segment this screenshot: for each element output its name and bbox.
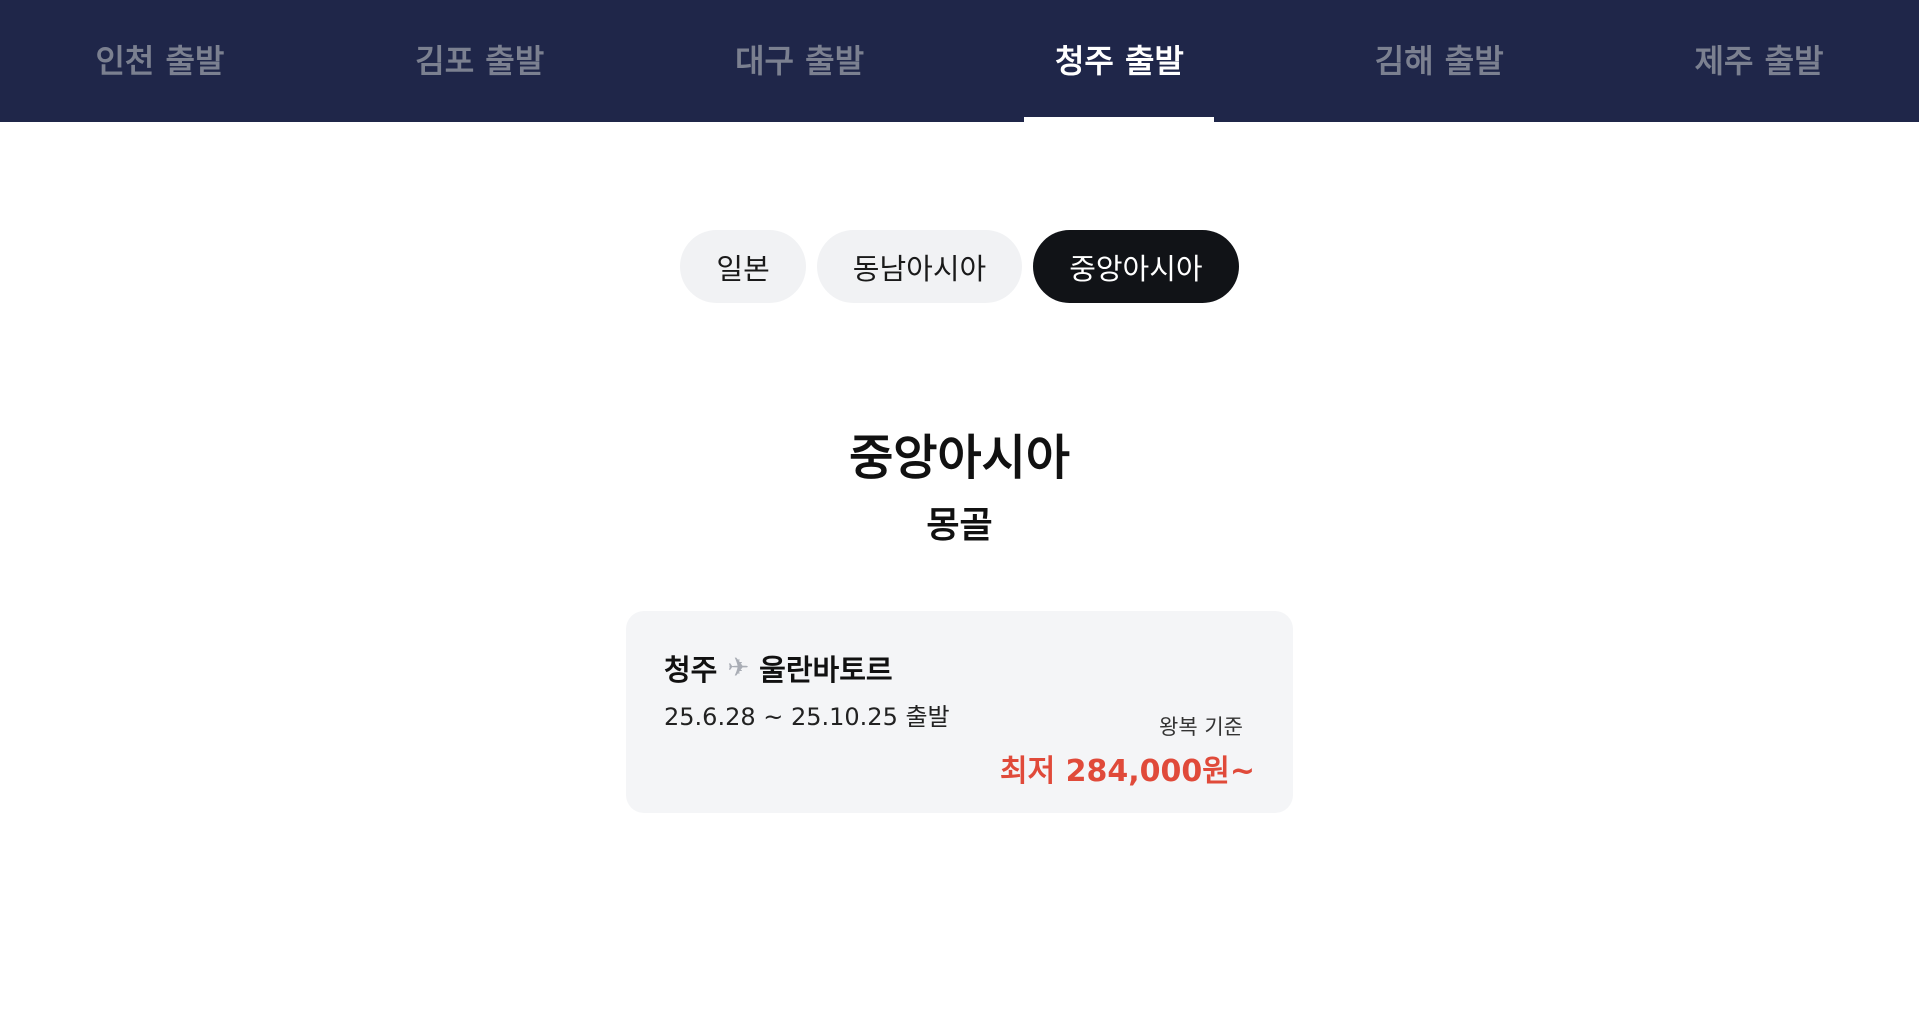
- tab-daegu-departure[interactable]: 대구 출발: [640, 0, 960, 122]
- tab-cheongju-departure[interactable]: 청주 출발: [959, 0, 1279, 122]
- chip-japan[interactable]: 일본: [680, 230, 806, 303]
- plane-icon: ✈: [727, 653, 750, 683]
- region-filter-chips: 일본 동남아시아 중앙아시아: [0, 230, 1919, 303]
- route-line: 청주 ✈ 울란바토르: [664, 647, 893, 689]
- region-title: 중앙아시아: [849, 430, 1070, 486]
- price-basis: 왕복 기준: [1159, 715, 1243, 739]
- lowest-price: 최저 284,000원~: [999, 754, 1255, 789]
- departure-tab-bar: 인천 출발 김포 출발 대구 출발 청주 출발 김해 출발 제주 출발: [0, 0, 1919, 122]
- tab-gimhae-departure[interactable]: 김해 출발: [1279, 0, 1599, 122]
- tab-jeju-departure[interactable]: 제주 출발: [1599, 0, 1919, 122]
- route-period: 25.6.28 ~ 25.10.25 출발: [664, 703, 950, 731]
- chip-central-asia[interactable]: 중앙아시아: [1033, 230, 1239, 303]
- route-destination: 울란바토르: [759, 653, 893, 687]
- route-card[interactable]: 청주 ✈ 울란바토르 25.6.28 ~ 25.10.25 출발 왕복 기준 최…: [626, 611, 1293, 813]
- country-title: 몽골: [926, 505, 993, 546]
- route-origin: 청주: [664, 653, 718, 687]
- chip-southeast-asia[interactable]: 동남아시아: [816, 230, 1023, 303]
- tab-gimpo-departure[interactable]: 김포 출발: [320, 0, 640, 122]
- tab-incheon-departure[interactable]: 인천 출발: [0, 0, 320, 122]
